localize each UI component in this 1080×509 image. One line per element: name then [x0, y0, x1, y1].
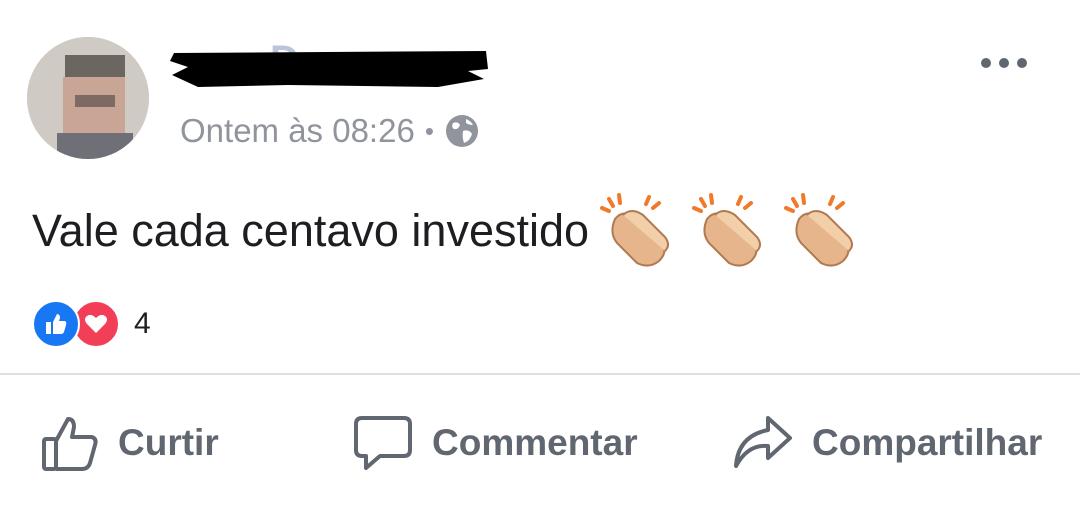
- reaction-count: 4: [134, 307, 151, 340]
- avatar-eyes: [75, 95, 115, 107]
- post-text: Vale cada centavo investido: [32, 205, 590, 256]
- share-button[interactable]: Compartilhar: [732, 408, 1042, 478]
- more-dot: [999, 58, 1009, 68]
- like-button[interactable]: Curtir: [40, 408, 219, 478]
- avatar-shirt: [57, 133, 133, 159]
- clapping-hands-icon: [692, 193, 762, 267]
- author-avatar[interactable]: [27, 37, 149, 159]
- post-meta: Ontem às 08:26 •: [180, 112, 480, 150]
- emoji-group: [599, 193, 859, 269]
- comment-label: Commentar: [432, 422, 638, 463]
- clapping-hands-icon: [784, 193, 854, 267]
- more-options-button[interactable]: [975, 52, 1033, 74]
- redacted-author-name[interactable]: [168, 45, 490, 89]
- divider: [0, 373, 1080, 375]
- post-timestamp[interactable]: Ontem às 08:26: [180, 112, 415, 150]
- comment-button[interactable]: Commentar: [352, 408, 638, 478]
- comment-icon: [354, 416, 412, 470]
- reactions-summary[interactable]: 4: [32, 300, 151, 348]
- more-dot: [981, 58, 991, 68]
- more-dot: [1017, 58, 1027, 68]
- meta-separator: •: [424, 115, 434, 146]
- share-icon: [734, 416, 792, 468]
- clapping-hands-icon: [600, 193, 670, 267]
- like-label: Curtir: [118, 422, 219, 463]
- share-label: Compartilhar: [812, 422, 1043, 463]
- post-body: Vale cada centavo investido: [32, 193, 859, 269]
- thumbs-up-icon: [42, 417, 98, 471]
- globe-icon[interactable]: [444, 113, 480, 149]
- like-icon: [32, 300, 80, 348]
